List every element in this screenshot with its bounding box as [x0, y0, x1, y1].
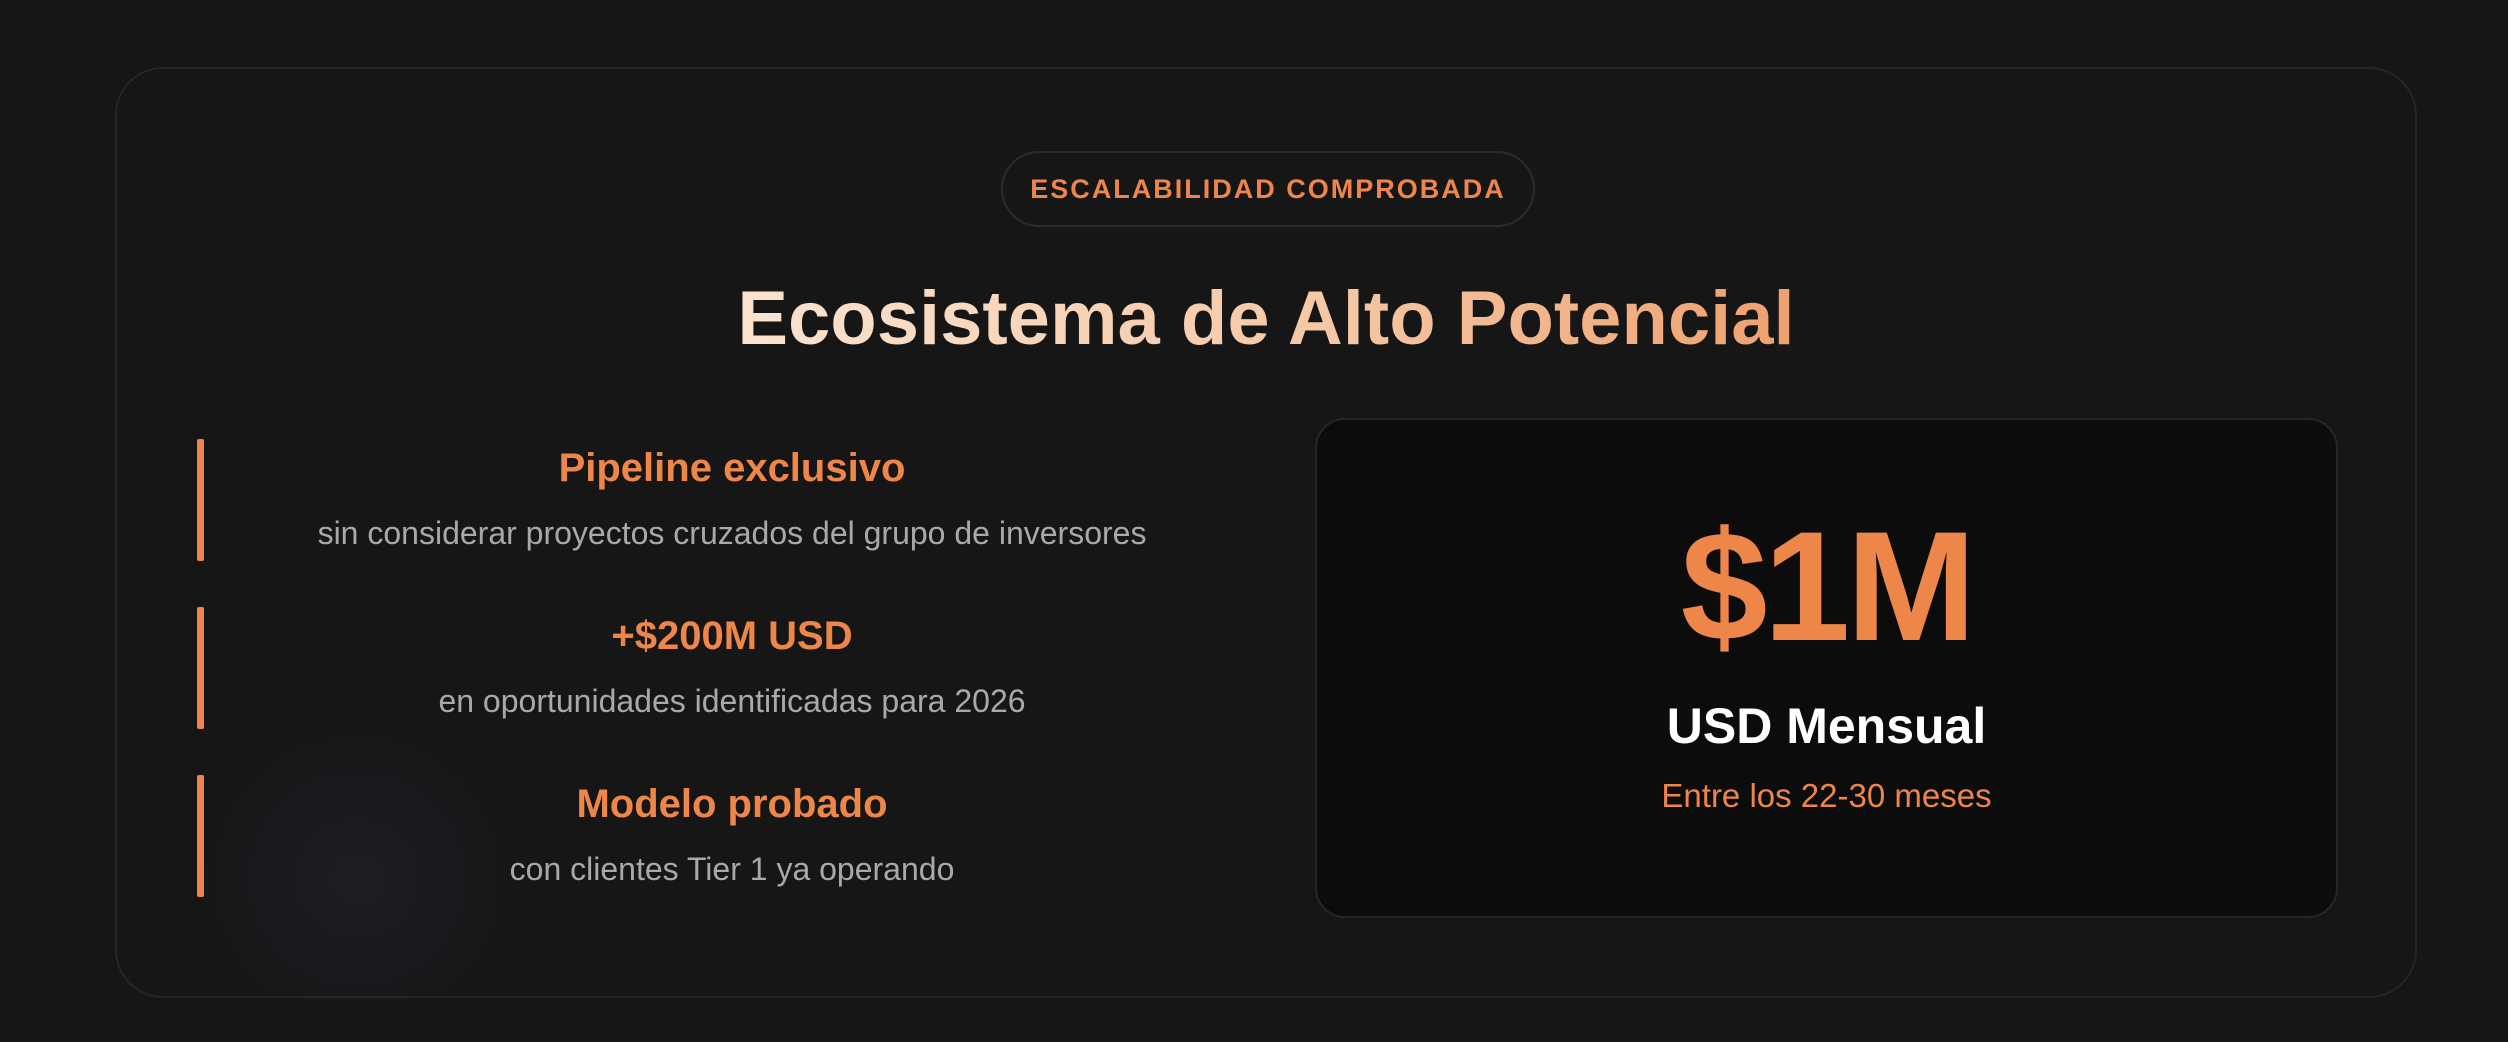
feature-title: Modelo probado	[576, 782, 888, 826]
feature-description: sin considerar proyectos cruzados del gr…	[317, 515, 1147, 551]
badge-label: ESCALABILIDAD COMPROBADA	[1030, 173, 1506, 204]
metric-value: $1M	[1680, 500, 1976, 674]
section-title: Ecosistema de Alto Potencial	[117, 269, 2415, 369]
metric-panel: $1M USD Mensual Entre los 22-30 meses	[1315, 418, 2338, 918]
feature-title: +$200M USD	[611, 614, 853, 658]
metric-note: Entre los 22-30 meses	[1661, 777, 1992, 814]
feature-description: en oportunidades identificadas para 2026	[438, 683, 1026, 719]
feature-description: con clientes Tier 1 ya operando	[509, 851, 955, 887]
feature-item-opportunities: +$200M USD en oportunidades identificada…	[197, 607, 1267, 729]
metric-unit: USD Mensual	[1666, 698, 1987, 754]
section-title-text: Ecosistema de Alto Potencial	[737, 276, 1795, 361]
feature-item-pipeline: Pipeline exclusivo sin considerar proyec…	[197, 439, 1267, 561]
section-badge: ESCALABILIDAD COMPROBADA	[1001, 151, 1535, 227]
feature-title: Pipeline exclusivo	[558, 446, 906, 490]
ecosystem-card: ESCALABILIDAD COMPROBADA Ecosistema de A…	[115, 67, 2417, 998]
feature-item-model: Modelo probado con clientes Tier 1 ya op…	[197, 775, 1267, 897]
